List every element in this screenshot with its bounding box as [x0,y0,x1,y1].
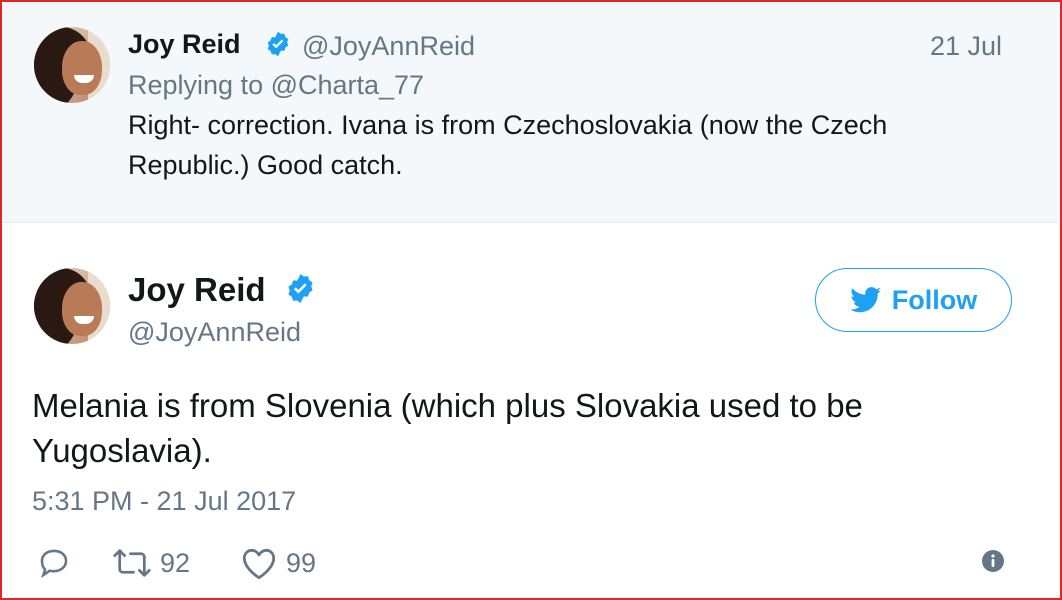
like-icon [242,548,276,580]
avatar[interactable] [34,27,110,103]
like-count: 99 [286,547,317,578]
reply-handle[interactable]: @JoyAnnReid [302,31,475,62]
main-text-line-1: Melania is from Slovenia (which plus Slo… [32,387,863,424]
main-display-name[interactable]: Joy Reid [128,271,266,309]
verified-badge-icon [267,31,289,57]
retweet-count: 92 [160,547,191,578]
reply-display-name[interactable]: Joy Reid [128,29,241,60]
reply-action[interactable] [36,546,72,580]
twitter-bird-icon [850,287,881,313]
main-handle[interactable]: @JoyAnnReid [128,317,301,348]
info-icon[interactable] [981,549,1005,573]
follow-label: Follow [891,284,978,315]
main-text-line-2: Yugoslavia). [32,432,212,469]
like-action[interactable]: 99 [240,546,316,580]
reply-text-line-1: Right- correction. Ivana is from Czechos… [128,110,888,140]
follow-button[interactable]: Follow [815,268,1012,332]
retweet-action[interactable]: 92 [112,546,190,580]
thread-divider [2,222,1058,237]
reply-text-line-2: Republic.) Good catch. [128,150,403,180]
tweet-timestamp[interactable]: 5:31 PM - 21 Jul 2017 [32,486,296,517]
verified-badge-icon [288,274,313,303]
reply-icon [40,549,68,579]
reply-date[interactable]: 21 Jul [930,31,1002,62]
retweet-icon [113,549,151,577]
replying-to[interactable]: Replying to @Charta_77 [128,70,424,101]
avatar[interactable] [34,268,110,344]
